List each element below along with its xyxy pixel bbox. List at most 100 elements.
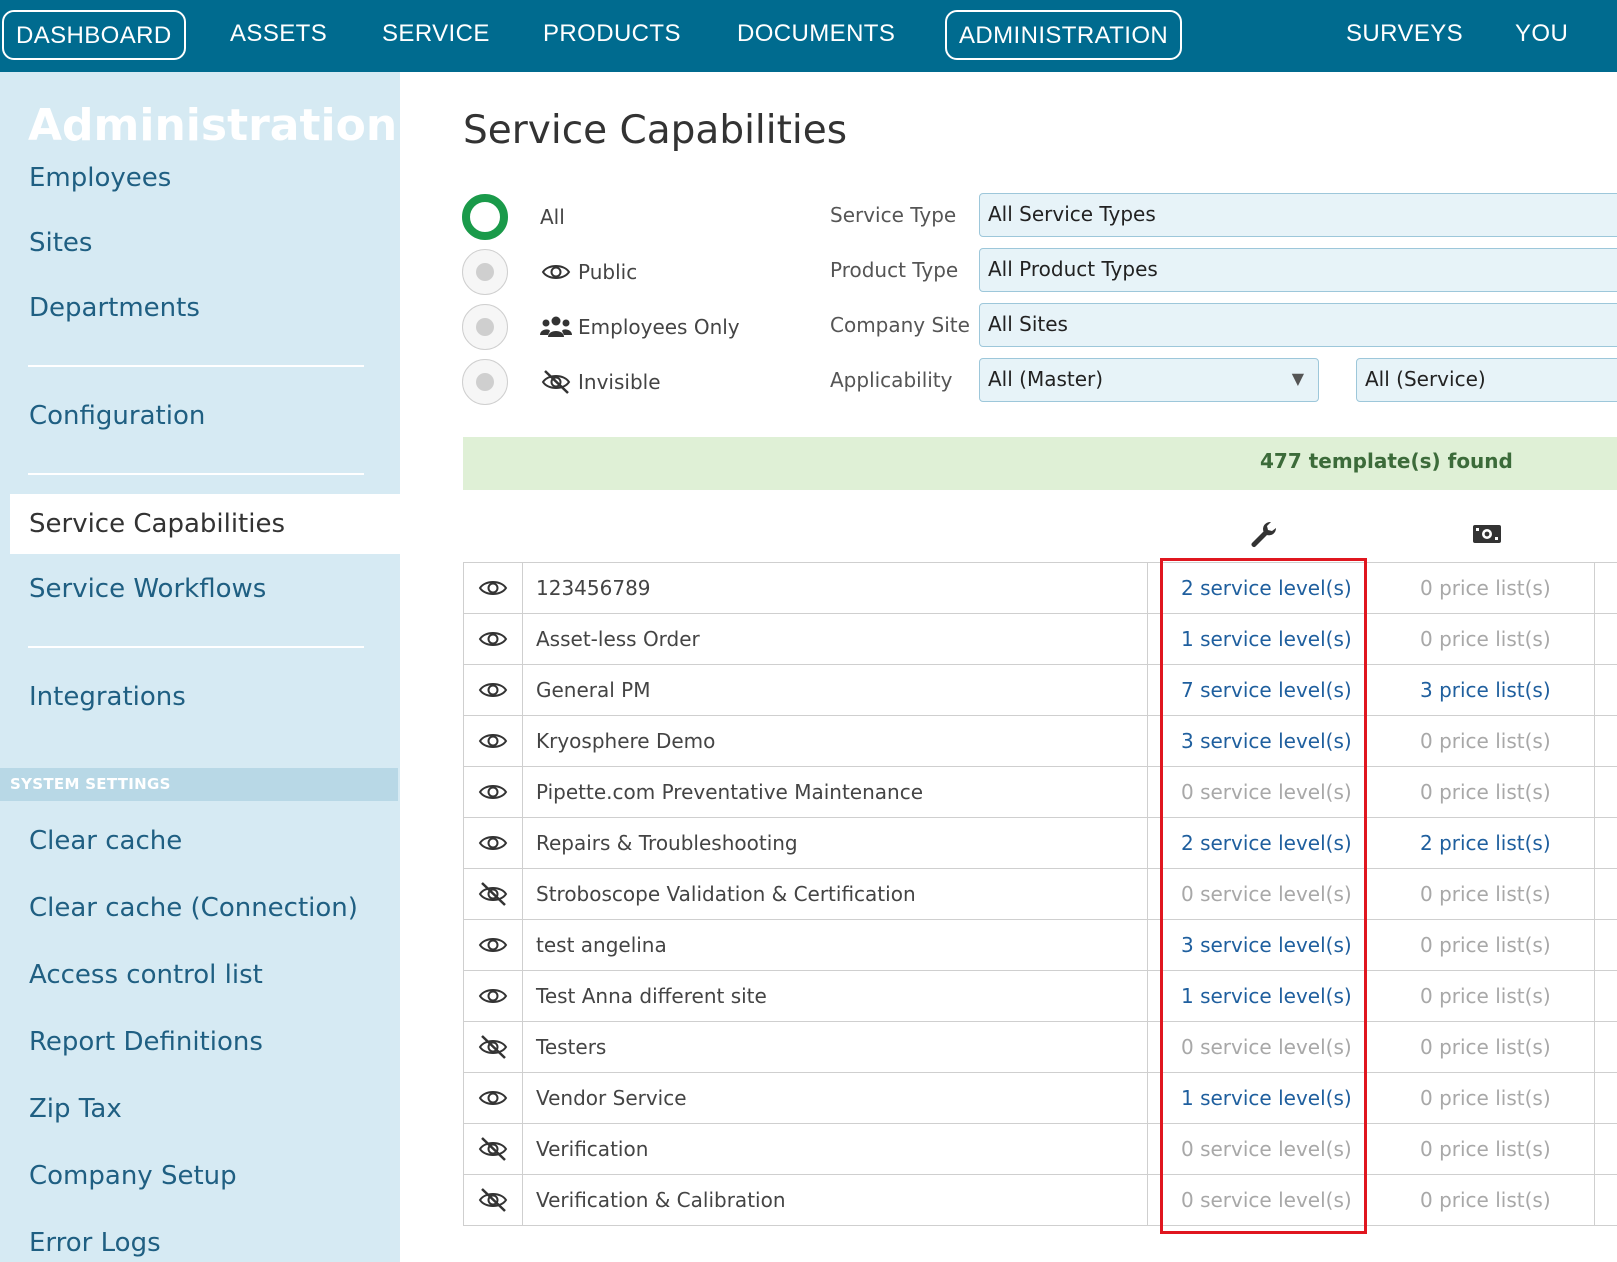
eye-slash-icon[interactable] (464, 1022, 523, 1072)
table-row[interactable]: Asset-less Order 1 service level(s) 0 pric… (463, 614, 1617, 665)
table-row[interactable]: Testers 0 service level(s) 0 price list(s) (463, 1022, 1617, 1073)
applicability-label: Applicability (830, 368, 953, 392)
eye-icon[interactable] (464, 1073, 523, 1123)
table-row[interactable]: test angelina 3 service level(s) 0 price l… (463, 920, 1617, 971)
sidebar-item-clear-cache-connection[interactable]: Clear cache (Connection) (0, 878, 400, 938)
nav-you[interactable]: YOU (1515, 10, 1568, 60)
table-row[interactable]: Test Anna different site 1 service level(… (463, 971, 1617, 1022)
template-name[interactable]: Testers (536, 1022, 606, 1072)
template-name[interactable]: Verification (536, 1124, 648, 1174)
eye-icon[interactable] (464, 563, 523, 613)
eye-icon[interactable] (464, 971, 523, 1021)
price-lists-link[interactable]: 0 price list(s) (1420, 920, 1551, 970)
template-name[interactable]: test angelina (536, 920, 667, 970)
service-levels-link[interactable]: 0 service level(s) (1181, 1175, 1352, 1225)
sidebar-item-configuration[interactable]: Configuration (0, 386, 400, 446)
price-lists-link[interactable]: 0 price list(s) (1420, 1124, 1551, 1174)
company-site-select[interactable]: All Sites (979, 303, 1617, 347)
template-name[interactable]: Kryosphere Demo (536, 716, 715, 766)
template-name[interactable]: General PM (536, 665, 651, 715)
nav-assets[interactable]: ASSETS (230, 10, 327, 60)
template-name[interactable]: Pipette.com Preventative Maintenance (536, 767, 923, 817)
template-name[interactable]: Vendor Service (536, 1073, 687, 1123)
service-levels-link[interactable]: 2 service level(s) (1181, 563, 1352, 613)
sidebar-item-service-workflows[interactable]: Service Workflows (0, 559, 400, 619)
applicability-master-select[interactable]: All (Master) ▼ (979, 358, 1319, 402)
price-lists-link[interactable]: 0 price list(s) (1420, 1073, 1551, 1123)
table-row[interactable]: Vendor Service 1 service level(s) 0 price … (463, 1073, 1617, 1124)
service-levels-link[interactable]: 0 service level(s) (1181, 1124, 1352, 1174)
sidebar-item-access-control-list[interactable]: Access control list (0, 945, 400, 1005)
template-name[interactable]: Asset-less Order (536, 614, 700, 664)
radio-label-all: All (540, 202, 565, 232)
sidebar-item-clear-cache[interactable]: Clear cache (0, 811, 400, 871)
service-levels-link[interactable]: 3 service level(s) (1181, 716, 1352, 766)
eye-icon[interactable] (464, 818, 523, 868)
sidebar-item-zip-tax[interactable]: Zip Tax (0, 1079, 400, 1139)
eye-icon[interactable] (464, 767, 523, 817)
template-name[interactable]: 123456789 (536, 563, 651, 613)
eye-icon[interactable] (464, 716, 523, 766)
price-lists-link[interactable]: 0 price list(s) (1420, 716, 1551, 766)
nav-documents[interactable]: DOCUMENTS (737, 10, 895, 60)
nav-service[interactable]: SERVICE (382, 10, 490, 60)
eye-icon[interactable] (464, 665, 523, 715)
template-name[interactable]: Test Anna different site (536, 971, 767, 1021)
eye-icon[interactable] (464, 614, 523, 664)
service-levels-link[interactable]: 0 service level(s) (1181, 869, 1352, 919)
service-levels-link[interactable]: 1 service level(s) (1181, 971, 1352, 1021)
sidebar-item-employees[interactable]: Employees (0, 148, 400, 208)
price-lists-link[interactable]: 0 price list(s) (1420, 1175, 1551, 1225)
radio-all[interactable] (462, 194, 508, 240)
sidebar-item-error-logs[interactable]: Error Logs (0, 1213, 400, 1262)
radio-label-invisible: Invisible (540, 367, 661, 397)
nav-products[interactable]: PRODUCTS (543, 10, 681, 60)
table-row[interactable]: Verification 0 service level(s) 0 price li… (463, 1124, 1617, 1175)
sidebar-item-service-capabilities[interactable]: Service Capabilities (10, 494, 400, 554)
table-row[interactable]: Kryosphere Demo 3 service level(s) 0 price… (463, 716, 1617, 767)
radio-invisible[interactable] (462, 359, 508, 405)
price-lists-link[interactable]: 2 price list(s) (1420, 818, 1551, 868)
templates-table: 123456789 2 service level(s) 0 price list(… (463, 562, 1617, 1226)
service-levels-link[interactable]: 2 service level(s) (1181, 818, 1352, 868)
sidebar-item-departments[interactable]: Departments (0, 278, 400, 338)
sidebar-item-integrations[interactable]: Integrations (0, 667, 400, 727)
eye-slash-icon[interactable] (464, 1124, 523, 1174)
table-row[interactable]: Verification & Calibration 0 service leve… (463, 1175, 1617, 1226)
table-row[interactable]: 123456789 2 service level(s) 0 price list(… (463, 563, 1617, 614)
nav-dashboard[interactable]: DASHBOARD (2, 10, 186, 60)
nav-surveys[interactable]: SURVEYS (1346, 10, 1463, 60)
radio-public[interactable] (462, 249, 508, 295)
nav-administration[interactable]: ADMINISTRATION (945, 10, 1183, 60)
template-name[interactable]: Stroboscope Validation & Certification (536, 869, 916, 919)
table-row[interactable]: Pipette.com Preventative Maintenance 0 se… (463, 767, 1617, 818)
template-name[interactable]: Repairs & Troubleshooting (536, 818, 798, 868)
applicability-service-select[interactable]: All (Service) (1356, 358, 1617, 402)
table-row[interactable]: Stroboscope Validation & Certification 0 … (463, 869, 1617, 920)
sidebar-item-report-definitions[interactable]: Report Definitions (0, 1012, 400, 1072)
price-lists-link[interactable]: 0 price list(s) (1420, 563, 1551, 613)
table-row[interactable]: General PM 7 service level(s) 3 price list… (463, 665, 1617, 716)
product-type-select[interactable]: All Product Types (979, 248, 1617, 292)
price-lists-link[interactable]: 0 price list(s) (1420, 767, 1551, 817)
table-row[interactable]: Repairs & Troubleshooting 2 service level… (463, 818, 1617, 869)
price-lists-link[interactable]: 0 price list(s) (1420, 869, 1551, 919)
service-levels-link[interactable]: 3 service level(s) (1181, 920, 1352, 970)
service-type-select[interactable]: All Service Types (979, 193, 1617, 237)
service-levels-link[interactable]: 1 service level(s) (1181, 614, 1352, 664)
eye-slash-icon[interactable] (464, 869, 523, 919)
service-levels-link[interactable]: 7 service level(s) (1181, 665, 1352, 715)
price-lists-link[interactable]: 0 price list(s) (1420, 971, 1551, 1021)
service-levels-link[interactable]: 0 service level(s) (1181, 1022, 1352, 1072)
service-levels-link[interactable]: 1 service level(s) (1181, 1073, 1352, 1123)
template-name[interactable]: Verification & Calibration (536, 1175, 786, 1225)
price-lists-link[interactable]: 3 price list(s) (1420, 665, 1551, 715)
price-lists-link[interactable]: 0 price list(s) (1420, 614, 1551, 664)
eye-slash-icon[interactable] (464, 1175, 523, 1225)
sidebar-item-sites[interactable]: Sites (0, 213, 400, 273)
eye-icon[interactable] (464, 920, 523, 970)
radio-employees-only[interactable] (462, 304, 508, 350)
service-levels-link[interactable]: 0 service level(s) (1181, 767, 1352, 817)
sidebar-item-company-setup[interactable]: Company Setup (0, 1146, 400, 1206)
price-lists-link[interactable]: 0 price list(s) (1420, 1022, 1551, 1072)
